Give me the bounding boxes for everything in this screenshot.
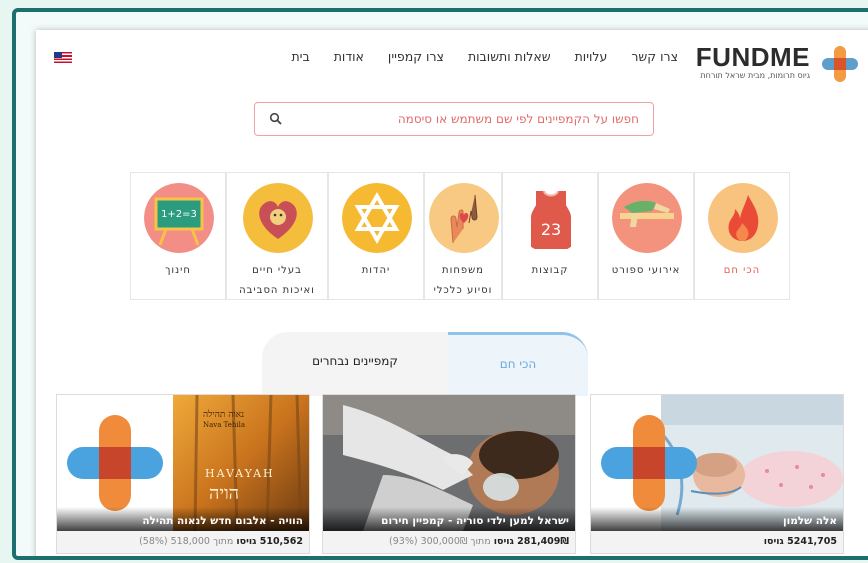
nav-contact[interactable]: צרו קשר [631,49,678,64]
screenshot-frame: בית אודות צרו קמפיין שאלות ותשובות עלויו… [12,8,868,560]
nav-create-campaign[interactable]: צרו קמפיין [388,49,444,64]
campaign-image: נאוה תהילה Nava Tehila HAVAYAH הויה הווי… [57,395,309,531]
campaign-card[interactable]: נאוה תהילה Nava Tehila HAVAYAH הויה הווי… [56,394,310,554]
svg-text:23: 23 [541,220,561,239]
header: בית אודות צרו קמפיין שאלות ותשובות עלויו… [36,30,868,92]
tab-selected-campaigns[interactable]: קמפיינים נבחרים [262,332,448,396]
category-hot[interactable]: הכי חם [694,172,790,300]
campaign-goal: מתוך 518,000 (58%) [139,536,234,547]
nav-home[interactable]: בית [291,49,309,64]
campaign-raised: 510,562 גויסו [236,536,303,547]
search-input[interactable] [299,103,639,134]
dog-heart-icon [243,183,313,253]
campaign-image: אלה שלמון [591,395,843,531]
campaign-card[interactable]: אלה שלמון 5241,705 גויסו [590,394,844,554]
us-flag-icon[interactable] [54,52,72,63]
campaign-title: הוויה - אלבום חדש לנאוה תהילה [142,515,303,527]
category-label: משפחות וסיוע כלכלי [433,265,493,296]
category-label: בעלי חיים ואיכות הסביבה [239,265,315,296]
star-of-david-icon [342,183,412,253]
category-label: אירועי ספורט [611,265,681,276]
svg-text:HAVAYAH: HAVAYAH [205,467,275,480]
category-animals[interactable]: בעלי חיים ואיכות הסביבה [226,172,328,300]
fundme-logo[interactable]: FUNDME גיוס תרומות, מבית שראל תורחת [694,40,864,84]
category-label: קבוצות [531,265,569,276]
svg-text:הויה: הויה [209,483,239,504]
tab-hot[interactable]: הכי חם [448,332,588,396]
browser-page: בית אודות צרו קמפיין שאלות ותשובות עלויו… [36,30,868,556]
category-judaism[interactable]: יהדות [328,172,424,300]
heart-hands-icon [429,183,499,253]
campaign-stats: 5241,705 גויסו [591,531,843,553]
campaign-title: אלה שלמון [783,515,837,527]
plus-logo-icon [822,46,858,82]
hurdle-runner-icon [612,183,682,253]
category-label: חינוך [165,265,191,276]
main-nav: בית אודות צרו קמפיין שאלות ותשובות עלויו… [291,49,678,64]
plus-logo-icon [67,415,163,511]
category-label: יהדות [361,265,391,276]
plus-logo-icon [601,415,697,511]
campaign-raised: 281,409₪ גויסו [493,536,569,547]
chalkboard-icon: 1+2=3 [144,183,214,253]
search-box [254,102,654,136]
campaign-stats: 281,409₪ גויסו מתוך 300,000₪ (93%) [323,531,575,553]
svg-text:1+2=3: 1+2=3 [161,209,197,220]
category-sports-events[interactable]: אירועי ספורט [598,172,694,300]
category-label: הכי חם [723,265,761,276]
category-education[interactable]: 1+2=3 חינוך [130,172,226,300]
campaign-card[interactable]: ישראל למען ילדי סוריה - קמפיין חירום 281… [322,394,576,554]
nav-pricing[interactable]: עלויות [575,49,608,64]
svg-text:נאוה תהילה: נאוה תהילה [203,409,244,420]
nav-faq[interactable]: שאלות ותשובות [468,49,551,64]
logo-tagline: גיוס תרומות, מבית שראל תורחת [700,71,810,80]
campaign-tabs: קמפיינים נבחרים הכי חם [262,332,588,396]
fire-icon [708,183,778,253]
campaign-goal: מתוך 300,000₪ (93%) [389,536,491,547]
svg-text:Nava Tehila: Nava Tehila [203,421,245,429]
logo-text: FUNDME [695,42,810,72]
campaign-stats: 510,562 גויסו מתוך 518,000 (58%) [57,531,309,553]
category-teams[interactable]: 23 קבוצות [502,172,598,300]
category-families[interactable]: משפחות וסיוע כלכלי [424,172,502,300]
search-icon[interactable] [269,112,283,126]
nav-about[interactable]: אודות [334,49,364,64]
campaign-image: ישראל למען ילדי סוריה - קמפיין חירום [323,395,575,531]
campaign-title: ישראל למען ילדי סוריה - קמפיין חירום [381,515,569,527]
campaign-raised: 5241,705 גויסו [763,536,837,547]
jersey-23-icon: 23 [516,183,586,253]
